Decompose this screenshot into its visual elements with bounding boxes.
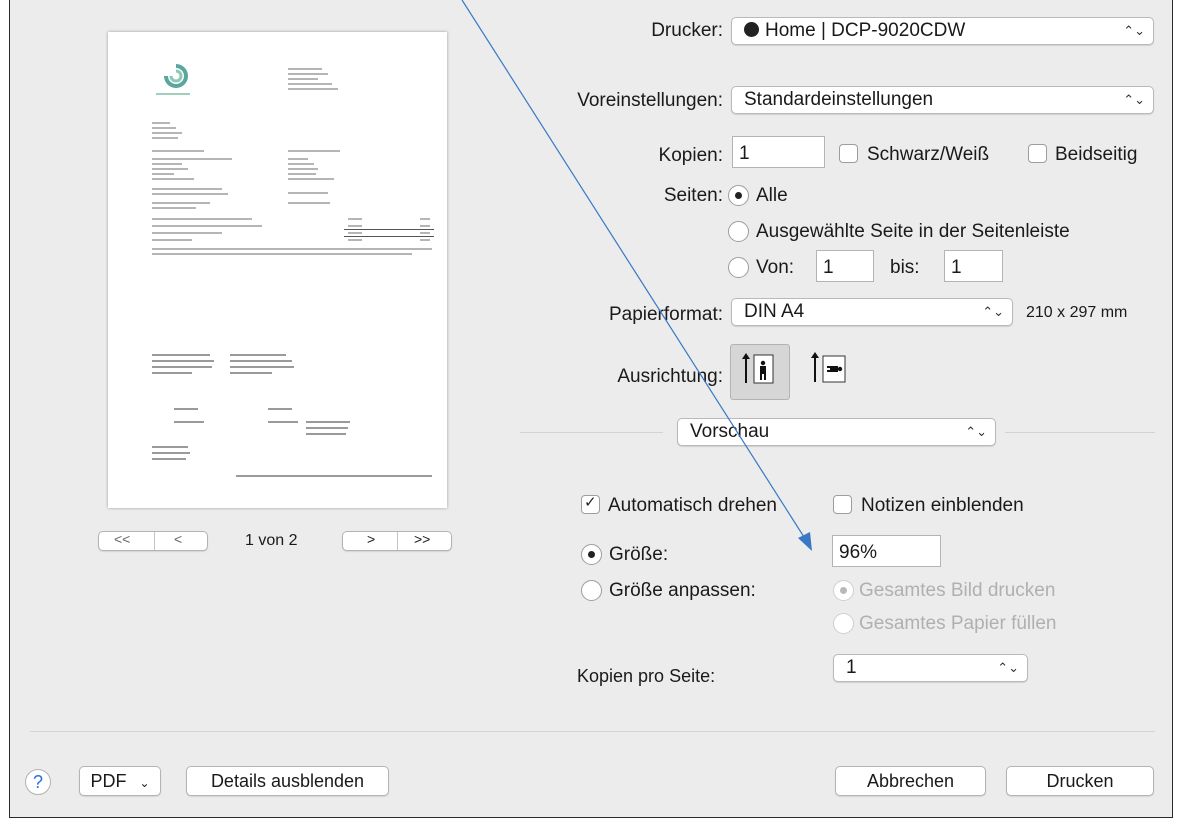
annotation-arrow [461, 0, 812, 551]
